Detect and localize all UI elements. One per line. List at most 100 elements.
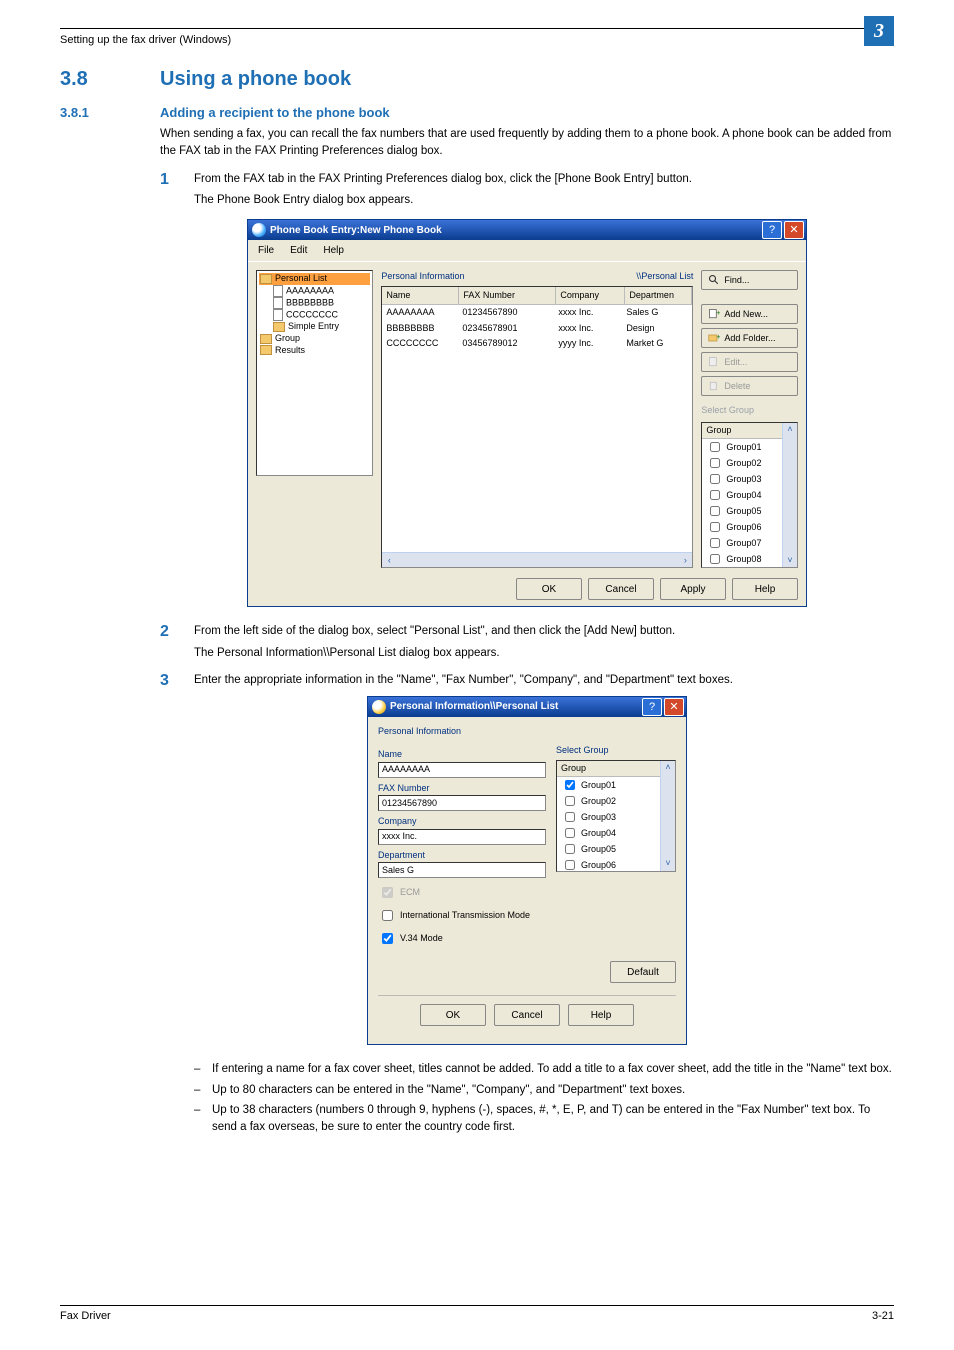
company-input[interactable]: xxxx Inc. — [378, 829, 546, 845]
folder-add-icon: + — [708, 332, 720, 344]
delete-icon — [708, 380, 720, 392]
default-button[interactable]: Default — [610, 961, 676, 983]
menu-file[interactable]: File — [252, 242, 280, 259]
help-icon[interactable]: ? — [642, 698, 662, 716]
close-icon[interactable]: ✕ — [784, 221, 804, 239]
dept-input[interactable]: Sales G — [378, 862, 546, 878]
section-number: 3.8 — [60, 68, 160, 91]
cancel-button[interactable]: Cancel — [588, 578, 654, 600]
section-title: Using a phone book — [160, 68, 351, 91]
fax-label: FAX Number — [378, 782, 546, 796]
dialog-title: Phone Book Entry:New Phone Book — [270, 223, 760, 238]
col-company[interactable]: Company — [556, 287, 625, 305]
apply-button[interactable]: Apply — [660, 578, 726, 600]
table-row[interactable]: CCCCCCCC 03456789012 yyyy Inc. Market G — [382, 336, 692, 352]
add-folder-button[interactable]: + Add Folder... — [701, 328, 798, 348]
personal-information-dialog: Personal Information\\Personal List ? ✕ … — [367, 696, 687, 1046]
group-item[interactable]: Group06 — [557, 857, 675, 872]
step-text: From the FAX tab in the FAX Printing Pre… — [194, 171, 894, 188]
phone-book-entry-dialog: Phone Book Entry:New Phone Book ? ✕ File… — [247, 219, 807, 607]
tree-simple-entry[interactable]: Simple Entry — [259, 321, 370, 333]
group-checkbox[interactable] — [565, 812, 575, 822]
name-input[interactable]: AAAAAAAA — [378, 762, 546, 778]
horizontal-scrollbar[interactable]: ‹› — [382, 552, 692, 567]
menu-edit[interactable]: Edit — [284, 242, 313, 259]
step-text: From the left side of the dialog box, se… — [194, 623, 894, 640]
group-checkbox[interactable] — [565, 796, 575, 806]
group-checkbox[interactable] — [710, 538, 720, 548]
help-button[interactable]: Help — [568, 1004, 634, 1026]
company-label: Company — [378, 815, 546, 829]
v34-checkbox-row[interactable]: V.34 Mode — [378, 930, 676, 947]
section-label: Personal Information — [378, 725, 676, 739]
tree-entry[interactable]: CCCCCCCC — [259, 309, 370, 321]
group-item[interactable]: Group01 — [557, 777, 675, 793]
select-group-label: Select Group — [556, 744, 676, 758]
dialog-titlebar[interactable]: Personal Information\\Personal List ? ✕ — [368, 697, 686, 717]
bullet: Up to 38 characters (numbers 0 through 9… — [194, 1102, 894, 1137]
col-fax[interactable]: FAX Number — [459, 287, 556, 305]
tree-personal-list[interactable]: Personal List — [259, 273, 370, 285]
dept-label: Department — [378, 849, 546, 863]
intl-checkbox[interactable] — [382, 910, 393, 921]
tree-entry[interactable]: BBBBBBBB — [259, 297, 370, 309]
intl-checkbox-row[interactable]: International Transmission Mode — [378, 907, 676, 924]
step-number: 1 — [160, 171, 194, 189]
group-checkbox[interactable] — [710, 442, 720, 452]
group-item[interactable]: Group05 — [557, 841, 675, 857]
table-row[interactable]: AAAAAAAA 01234567890 xxxx Inc. Sales G — [382, 305, 692, 321]
add-new-button[interactable]: + Add New... — [701, 304, 798, 324]
dialog-titlebar[interactable]: Phone Book Entry:New Phone Book ? ✕ — [248, 220, 806, 240]
help-button[interactable]: Help — [732, 578, 798, 600]
group-item[interactable]: Group03 — [557, 809, 675, 825]
tree-entry[interactable]: AAAAAAAA — [259, 285, 370, 297]
vertical-scrollbar[interactable]: ˄˅ — [782, 423, 797, 568]
group-listbox[interactable]: Group Group01 Group02 Group03 Group04 Gr… — [701, 422, 798, 569]
group-checkbox[interactable] — [710, 490, 720, 500]
ok-button[interactable]: OK — [516, 578, 582, 600]
find-button[interactable]: Find... — [701, 270, 798, 290]
delete-button: Delete — [701, 376, 798, 396]
group-checkbox[interactable] — [710, 474, 720, 484]
tree-results[interactable]: Results — [259, 345, 370, 357]
col-dept[interactable]: Departmen — [625, 287, 692, 305]
ok-button[interactable]: OK — [420, 1004, 486, 1026]
col-name[interactable]: Name — [382, 287, 459, 305]
search-icon — [708, 274, 720, 286]
group-header: Group — [557, 761, 675, 778]
menu-help[interactable]: Help — [317, 242, 350, 259]
folder-tree[interactable]: Personal List AAAAAAAA BBBBBBBB CCCCCCCC… — [256, 270, 373, 476]
cancel-button[interactable]: Cancel — [494, 1004, 560, 1026]
tree-group[interactable]: Group — [259, 333, 370, 345]
subsection-title: Adding a recipient to the phone book — [160, 105, 390, 120]
bullet: Up to 80 characters can be entered in th… — [194, 1082, 894, 1099]
header-section: Setting up the fax driver (Windows) — [60, 34, 231, 46]
subsection-number: 3.8.1 — [60, 105, 160, 120]
group-checkbox[interactable] — [565, 844, 575, 854]
group-checkbox[interactable] — [710, 554, 720, 564]
fax-input[interactable]: 01234567890 — [378, 795, 546, 811]
footer-left: Fax Driver — [60, 1310, 111, 1322]
table-row[interactable]: BBBBBBBB 02345678901 xxxx Inc. Design — [382, 321, 692, 337]
help-icon[interactable]: ? — [762, 221, 782, 239]
group-checkbox[interactable] — [565, 860, 575, 870]
group-checkbox[interactable] — [710, 458, 720, 468]
group-item[interactable]: Group02 — [557, 793, 675, 809]
step-number: 2 — [160, 623, 194, 641]
v34-checkbox[interactable] — [382, 933, 393, 944]
group-checkbox[interactable] — [565, 828, 575, 838]
contacts-list[interactable]: Name FAX Number Company Departmen AAAAAA… — [381, 286, 693, 569]
close-icon[interactable]: ✕ — [664, 698, 684, 716]
dialog-title: Personal Information\\Personal List — [390, 699, 640, 714]
personal-info-label: Personal Information — [381, 270, 464, 284]
footer-right: 3-21 — [872, 1310, 894, 1322]
step-text: Enter the appropriate information in the… — [194, 672, 894, 689]
group-checkbox[interactable] — [710, 522, 720, 532]
ecm-checkbox-row: ECM — [378, 884, 676, 901]
group-checkbox[interactable] — [565, 780, 575, 790]
select-group-listbox[interactable]: Group Group01 Group02 Group03 Group04 Gr… — [556, 760, 676, 872]
group-item[interactable]: Group04 — [557, 825, 675, 841]
vertical-scrollbar[interactable]: ˄˅ — [660, 761, 675, 871]
path-label: \\Personal List — [636, 270, 693, 284]
group-checkbox[interactable] — [710, 506, 720, 516]
